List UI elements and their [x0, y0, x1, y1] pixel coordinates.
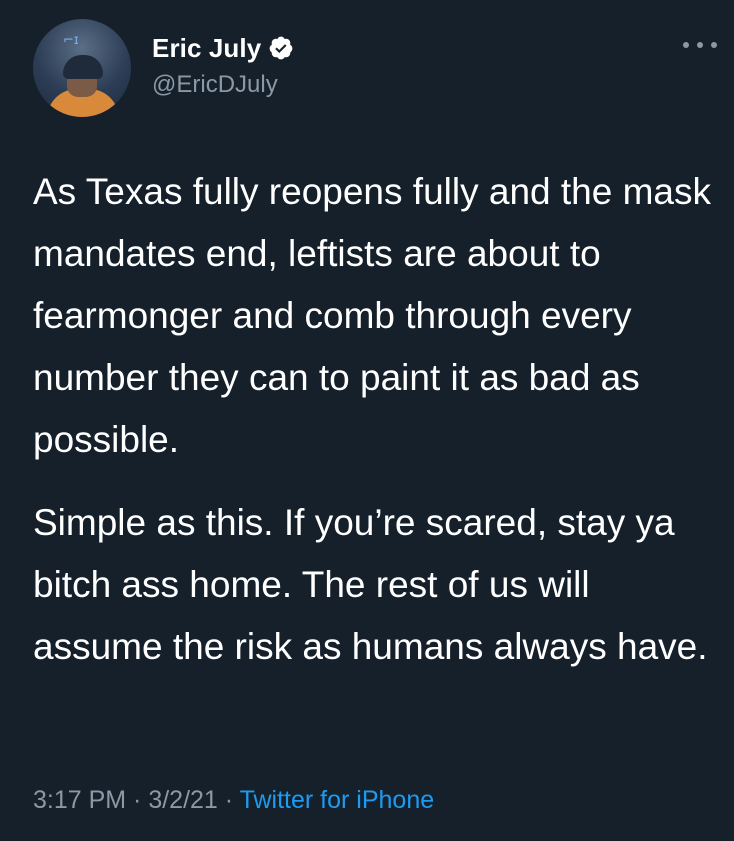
- tweet-source-link[interactable]: Twitter for iPhone: [240, 786, 435, 814]
- avatar-cap: [63, 55, 103, 79]
- tweet-metadata: 3:17 PM · 3/2/21 · Twitter for iPhone: [33, 786, 434, 815]
- author-name-row[interactable]: Eric July: [152, 32, 294, 64]
- tweet-text-paragraph: Simple as this. If you’re scared, stay y…: [33, 502, 708, 667]
- author-handle[interactable]: @EricDJuly: [152, 71, 278, 99]
- tweet-date[interactable]: 3/2/21: [148, 786, 218, 814]
- more-dot: [683, 42, 689, 48]
- more-dot: [711, 42, 717, 48]
- tweet-time[interactable]: 3:17 PM: [33, 786, 126, 814]
- meta-separator: ·: [217, 786, 240, 814]
- author-name[interactable]: Eric July: [152, 33, 261, 64]
- more-horizontal-icon[interactable]: [683, 37, 717, 53]
- tweet-text-paragraph: As Texas fully reopens fully and the mas…: [33, 171, 711, 460]
- tweet-card: ⌐ɪ Eric July @EricDJuly As Texas fully r…: [0, 0, 734, 841]
- neon-sign-decoration: ⌐ɪ: [63, 33, 79, 48]
- meta-separator: ·: [126, 786, 149, 814]
- verified-badge-icon: [269, 36, 293, 60]
- avatar[interactable]: ⌐ɪ: [33, 19, 131, 117]
- more-dot: [697, 42, 703, 48]
